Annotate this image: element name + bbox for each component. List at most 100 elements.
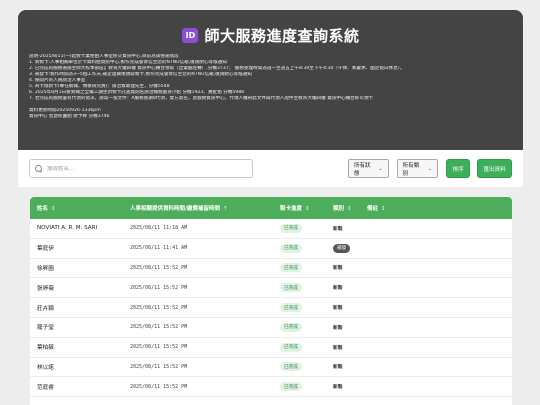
sort-asc-icon: ↑ [223, 206, 228, 212]
category-badge: 新製 [333, 325, 343, 331]
header-category[interactable]: 類別 ↕ [331, 204, 363, 212]
table-header: 姓名 ↕ 人事相關提供資料時間/繳費補留時間 ↑ 製卡進度 ↕ 類別 ↕ 備註 ↕ [30, 197, 512, 219]
category-badge: 新製 [333, 385, 343, 391]
cell-progress: 已完成 [276, 243, 331, 253]
cell-time: 2025/08/11 15:52 PM [130, 264, 188, 271]
cell-name: 葉柏毓 [37, 345, 54, 352]
cell-name: 莊卉穎 [37, 305, 54, 312]
cell-progress: 已完成 [276, 263, 331, 273]
sort-icon: ↕ [381, 206, 386, 212]
records-table: 姓名 ↕ 人事相關提供資料時間/繳費補留時間 ↑ 製卡進度 ↕ 類別 ↕ 備註 ↕ NOV… [30, 197, 512, 405]
cell-progress: 已完成 [276, 362, 331, 372]
cell-time: 2025/08/11 15:52 PM [130, 284, 188, 291]
header-time-label: 人事相關提供資料時間/繳費補留時間 [130, 206, 221, 212]
cell-category: 新製 [331, 324, 363, 331]
cell-time: 2025/08/11 15:52 PM [130, 344, 188, 351]
cell-progress: 已完成 [276, 283, 331, 293]
cell-category: 補發 [331, 243, 363, 253]
cell-progress: 已完成 [276, 223, 331, 233]
category-badge: 新製 [333, 226, 343, 232]
cell-progress: 已完成 [276, 303, 331, 313]
category-badge: 新製 [333, 306, 343, 312]
header-category-label: 類別 [333, 206, 345, 212]
cell-category: 新製 [331, 363, 363, 370]
cell-name: 林以諾 [37, 364, 54, 371]
header-name[interactable]: 姓名 ↕ [30, 204, 126, 212]
id-badge-icon: ID [182, 27, 199, 43]
sort-icon: ↕ [305, 206, 310, 212]
cell-name: 籠子瑩 [37, 325, 54, 332]
search-box[interactable] [29, 159, 253, 178]
table-row[interactable]: 莊卉穎 2025/08/11 15:52 PM 已完成 新製 [30, 298, 512, 318]
chevron-down-icon: ⌄ [427, 165, 433, 172]
category-badge: 新製 [333, 266, 343, 272]
notice-line: 資訊中心 智慧校園組 廖予婷 分機3746 [29, 114, 110, 120]
cell-progress: 已完成 [276, 382, 331, 392]
table-row[interactable]: 林以諾 2025/08/11 15:52 PM 已完成 新製 [30, 358, 512, 378]
table-row[interactable]: 葉柏毓 2025/08/11 15:52 PM 已完成 新製 [30, 338, 512, 358]
sort-icon: ↕ [347, 206, 352, 212]
cell-name: NOVIATI A. R. M. SARI [37, 225, 98, 232]
cell-name: 徐昇圓 [37, 265, 54, 272]
header-name-label: 姓名 [37, 206, 49, 212]
cell-category: 新製 [331, 264, 363, 271]
cell-category: 新製 [331, 225, 363, 232]
cell-time: 2025/08/11 15:52 PM [130, 324, 188, 331]
cell-category: 新製 [331, 344, 363, 351]
cell-name: 張婷薇 [37, 285, 54, 292]
page: ID 師大服務進度查詢系統 說明-2025/8/11(一)起製卡業務由人事室移交… [0, 0, 540, 405]
cell-progress: 已完成 [276, 342, 331, 352]
cell-time: 2025/08/11 11:41 AM [130, 245, 188, 252]
notice-text: 說明-2025/8/11(一)起製卡業務由人事室移交資訊中心,目前為試營運階段 1… [29, 54, 513, 120]
cell-time: 2025/08/11 15:52 PM [130, 363, 188, 370]
category-badge: 新製 [333, 345, 343, 351]
table-row[interactable]: 徐昇圓 2025/08/11 15:52 PM 已完成 新製 [30, 259, 512, 279]
table-row[interactable]: 籠子瑩 2025/08/11 15:52 PM 已完成 新製 [30, 318, 512, 338]
cell-time: 2025/08/11 15:52 PM [130, 304, 188, 311]
header-panel: ID 師大服務進度查詢系統 說明-2025/8/11(一)起製卡業務由人事室移交… [18, 10, 523, 150]
export-button[interactable]: 匯出資料 [477, 159, 512, 178]
cell-category: 新製 [331, 284, 363, 291]
cell-progress: 已完成 [276, 322, 331, 332]
category-badge: 新製 [333, 365, 343, 371]
chevron-down-icon: ⌄ [378, 165, 383, 172]
category-select[interactable]: 所有類別 ⌄ [396, 159, 439, 178]
status-select[interactable]: 所有狀態 ⌄ [348, 159, 389, 178]
cell-time: 2025/08/11 15:52 PM [130, 383, 188, 390]
status-badge: 已完成 [280, 303, 302, 313]
cell-name: 葉庭伊 [37, 246, 54, 253]
toolbar: 所有狀態 ⌄ 所有類別 ⌄ 排序 匯出資料 [18, 150, 523, 187]
status-badge: 已完成 [280, 362, 302, 372]
table-row[interactable]: 葉庭伊 2025/08/11 11:41 AM 已完成 補發 [30, 239, 512, 259]
title-row: ID 師大服務進度查詢系統 [29, 20, 513, 50]
cell-category: 新製 [331, 304, 363, 311]
table-row[interactable]: 范庭睿 2025/08/11 15:52 PM 已完成 新製 [30, 377, 512, 398]
table-row[interactable]: 張婷薇 2025/08/11 15:52 PM 已完成 新製 [30, 278, 512, 299]
table-body: NOVIATI A. R. M. SARI 2025/08/11 11:18 AM… [30, 219, 512, 398]
category-select-value: 所有類別 [402, 162, 420, 177]
status-badge: 已完成 [280, 342, 302, 352]
status-badge: 已完成 [280, 322, 302, 332]
header-progress-label: 製卡進度 [280, 206, 303, 212]
status-badge: 已完成 [280, 263, 302, 273]
status-badge: 已完成 [280, 243, 302, 253]
header-note[interactable]: 備註 ↕ [363, 204, 512, 212]
page-title: 師大服務進度查詢系統 [204, 26, 360, 45]
status-badge: 已完成 [280, 223, 302, 233]
category-badge: 新製 [333, 286, 343, 292]
sort-button[interactable]: 排序 [446, 159, 471, 178]
status-badge: 已完成 [280, 382, 302, 392]
cell-time: 2025/08/11 11:18 AM [130, 225, 188, 232]
cell-category: 新製 [331, 383, 363, 390]
sort-icon: ↕ [51, 206, 56, 212]
header-progress[interactable]: 製卡進度 ↕ [276, 204, 331, 212]
search-icon [35, 164, 43, 173]
status-select-value: 所有狀態 [354, 162, 371, 177]
header-note-label: 備註 [367, 206, 379, 212]
cell-name: 范庭睿 [37, 384, 54, 391]
table-row[interactable]: NOVIATI A. R. M. SARI 2025/08/11 11:18 AM… [30, 219, 512, 239]
header-time[interactable]: 人事相關提供資料時間/繳費補留時間 ↑ [126, 204, 276, 212]
category-badge: 補發 [333, 243, 351, 253]
status-badge: 已完成 [280, 283, 302, 293]
search-input[interactable] [47, 165, 247, 172]
